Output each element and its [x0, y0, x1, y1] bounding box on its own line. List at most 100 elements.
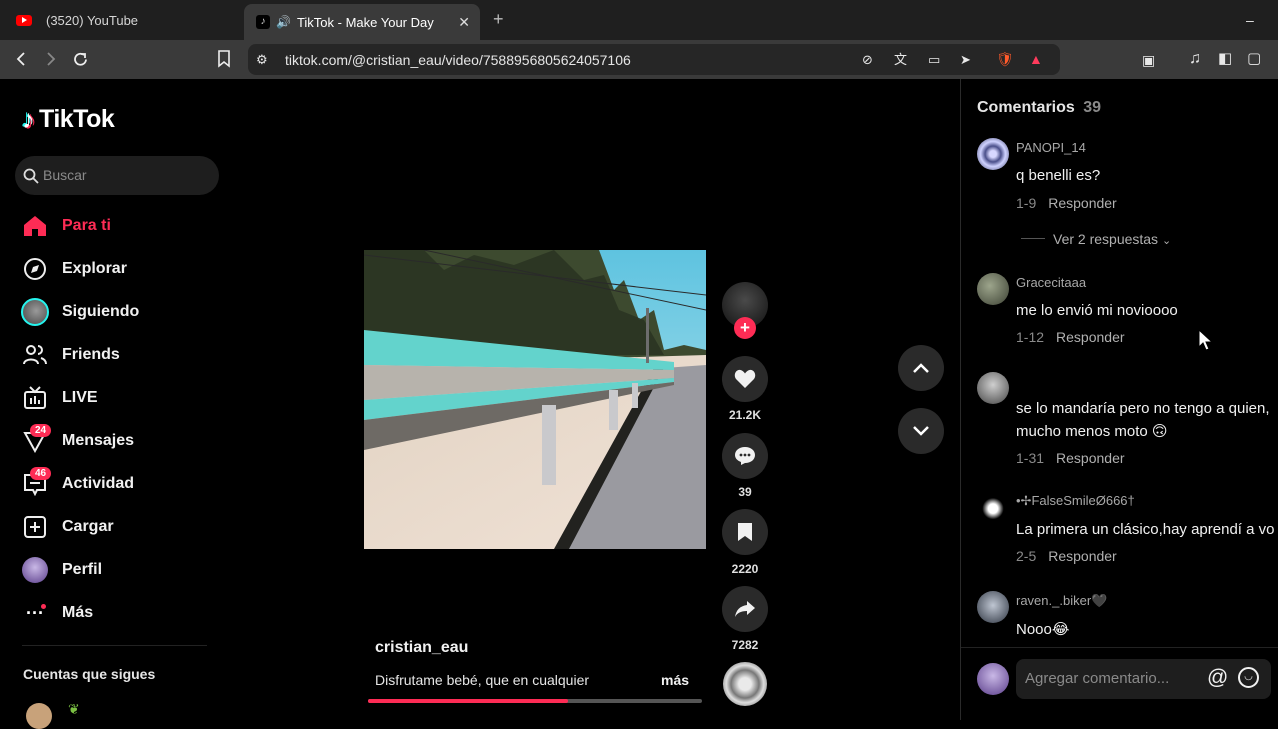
comment-meta: 1-31 Responder — [1016, 450, 1125, 466]
video-caption: Disfrutame bebé, que en cualquier — [375, 672, 590, 688]
tiktok-logo[interactable]: ♪ TikTok — [22, 104, 115, 135]
new-tab-button[interactable]: + — [493, 10, 504, 28]
save-button[interactable] — [722, 509, 768, 555]
search-icon — [23, 168, 39, 184]
activity-badge: 46 — [30, 467, 52, 480]
more-icon: ··· — [20, 598, 50, 628]
browser-tab-bar: (3520) YouTube ♪ 🔊 TikTok - Make Your Da… — [0, 0, 1278, 40]
comments-header: Comentarios 39 — [977, 99, 1101, 117]
view-replies-button[interactable]: Ver 2 respuestas ⌄ — [1053, 231, 1171, 247]
mention-icon[interactable]: @ — [1207, 666, 1228, 690]
comment-avatar[interactable] — [977, 138, 1009, 170]
reply-button[interactable]: Responder — [1048, 548, 1117, 564]
following-account-avatar[interactable] — [26, 703, 52, 729]
address-bar[interactable]: ⚙ tiktok.com/@cristian_eau/video/7588956… — [248, 44, 1060, 75]
music-disc-avatar[interactable] — [723, 662, 767, 706]
cast-icon[interactable]: ▭ — [928, 52, 940, 68]
messages-icon: 24 — [20, 424, 52, 456]
sidebar-item-siguiendo[interactable]: Siguiendo — [20, 297, 139, 327]
comment-meta: 2-5 Responder — [1016, 548, 1117, 564]
view-replies-label: Ver 2 respuestas — [1053, 231, 1159, 247]
sidebar-item-cargar[interactable]: Cargar — [20, 512, 114, 542]
tiktok-sidebar: ♪ TikTok Buscar Para ti Explorar Siguien… — [0, 79, 235, 729]
shares-count: 7282 — [731, 638, 759, 652]
comment-avatar[interactable] — [977, 372, 1009, 404]
brave-shield-icon[interactable]: 🛡 — [996, 51, 1014, 67]
send-icon[interactable]: ➤ — [960, 52, 971, 68]
tab-tiktok[interactable]: ♪ 🔊 TikTok - Make Your Day ✕ — [244, 4, 480, 40]
comment-date: 1-12 — [1016, 329, 1045, 345]
close-tab-icon[interactable]: ✕ — [458, 14, 470, 31]
sidebar-item-mensajes[interactable]: 24 Mensajes — [20, 424, 134, 456]
comments-title: Comentarios — [977, 99, 1075, 116]
next-video-button[interactable] — [898, 408, 944, 454]
comment-avatar[interactable] — [977, 273, 1009, 305]
music-icon[interactable]: ♫ — [1189, 51, 1201, 67]
replies-divider — [1021, 238, 1045, 239]
video-author[interactable]: cristian_eau — [375, 639, 468, 657]
chevron-down-icon: ⌄ — [1161, 235, 1172, 247]
minimize-button[interactable]: – — [1246, 12, 1254, 28]
profile-avatar-icon — [20, 555, 50, 585]
tab-title: (3520) YouTube — [46, 12, 139, 28]
browser-toolbar: ⚙ tiktok.com/@cristian_eau/video/7588956… — [0, 40, 1278, 79]
comment-username[interactable]: PANOPI_14 — [1016, 140, 1086, 155]
previous-video-button[interactable] — [898, 345, 944, 391]
add-comment-input[interactable]: Agregar comentario... @ ◡ — [1016, 659, 1271, 699]
bookmark-icon[interactable] — [217, 50, 231, 68]
tab-youtube[interactable]: (3520) YouTube — [8, 5, 240, 35]
chevron-up-icon — [913, 363, 929, 373]
comments-count: 39 — [738, 485, 752, 499]
compass-icon — [20, 254, 50, 284]
comment-username[interactable]: raven._.biker🖤 — [1016, 593, 1107, 609]
reply-button[interactable]: Responder — [1056, 329, 1125, 345]
sidebar-toggle-icon[interactable]: ◧ — [1218, 51, 1232, 67]
emoji-icon[interactable]: ◡ — [1238, 667, 1259, 688]
share-button[interactable] — [722, 586, 768, 632]
comment-text: me lo envió mi novioooo — [1016, 302, 1178, 319]
following-accounts-title: Cuentas que sigues — [23, 666, 156, 682]
caption-more-button[interactable]: más — [661, 672, 689, 688]
home-icon — [20, 211, 50, 241]
comment-text: se lo mandaría pero no tengo a quien, — [1016, 400, 1270, 417]
comment-meta: 1-12 Responder — [1016, 329, 1125, 345]
likes-count: 21.2K — [728, 408, 762, 422]
sidebar-item-live[interactable]: LIVE — [20, 383, 98, 413]
comment-bubble-icon — [735, 447, 755, 465]
back-icon[interactable] — [14, 51, 30, 67]
speaker-icon[interactable]: 🔊 — [276, 15, 291, 29]
brave-rewards-icon[interactable]: ▲ — [1029, 51, 1043, 67]
video-progress-track[interactable] — [368, 699, 702, 703]
comments-header-count: 39 — [1083, 99, 1102, 116]
follow-button[interactable]: + — [734, 317, 756, 339]
comment-date: 1-31 — [1016, 450, 1045, 466]
sidebar-item-mas[interactable]: ··· Más — [20, 598, 93, 628]
forward-icon[interactable] — [42, 51, 58, 67]
comment-username[interactable]: Gracecitaaa — [1016, 275, 1086, 290]
reload-icon[interactable] — [72, 51, 89, 68]
wallet-icon[interactable]: ▢ — [1247, 51, 1261, 67]
video-progress-fill — [368, 699, 569, 703]
sidebar-item-explorar[interactable]: Explorar — [20, 254, 127, 284]
sidebar-item-friends[interactable]: Friends — [20, 340, 120, 370]
comment-avatar[interactable] — [977, 491, 1009, 523]
sidebar-item-para-ti[interactable]: Para ti — [20, 211, 111, 241]
tab-title: TikTok - Make Your Day — [296, 14, 434, 30]
comment-avatar[interactable] — [977, 591, 1009, 623]
site-settings-icon[interactable]: ⚙ — [256, 52, 268, 68]
reply-button[interactable]: Responder — [1056, 450, 1125, 466]
like-button[interactable] — [722, 356, 768, 402]
video-player[interactable] — [364, 250, 706, 549]
comment-text: Nooo😂 — [1016, 621, 1070, 638]
sidebar-item-perfil[interactable]: Perfil — [20, 555, 102, 585]
search-input[interactable]: Buscar — [15, 156, 219, 195]
translate-icon[interactable]: 文 — [894, 52, 907, 68]
comment-username[interactable]: •✢FalseSmileØ666† — [1016, 493, 1135, 509]
comment-button[interactable] — [722, 433, 768, 479]
reply-button[interactable]: Responder — [1048, 195, 1117, 211]
no-tracking-icon[interactable]: ⊘ — [862, 52, 873, 68]
video-frame — [364, 250, 706, 549]
comment-date: 1-9 — [1016, 195, 1037, 211]
reader-mode-icon[interactable]: ▣ — [1142, 52, 1155, 68]
sidebar-item-actividad[interactable]: 46 Actividad — [20, 467, 134, 499]
